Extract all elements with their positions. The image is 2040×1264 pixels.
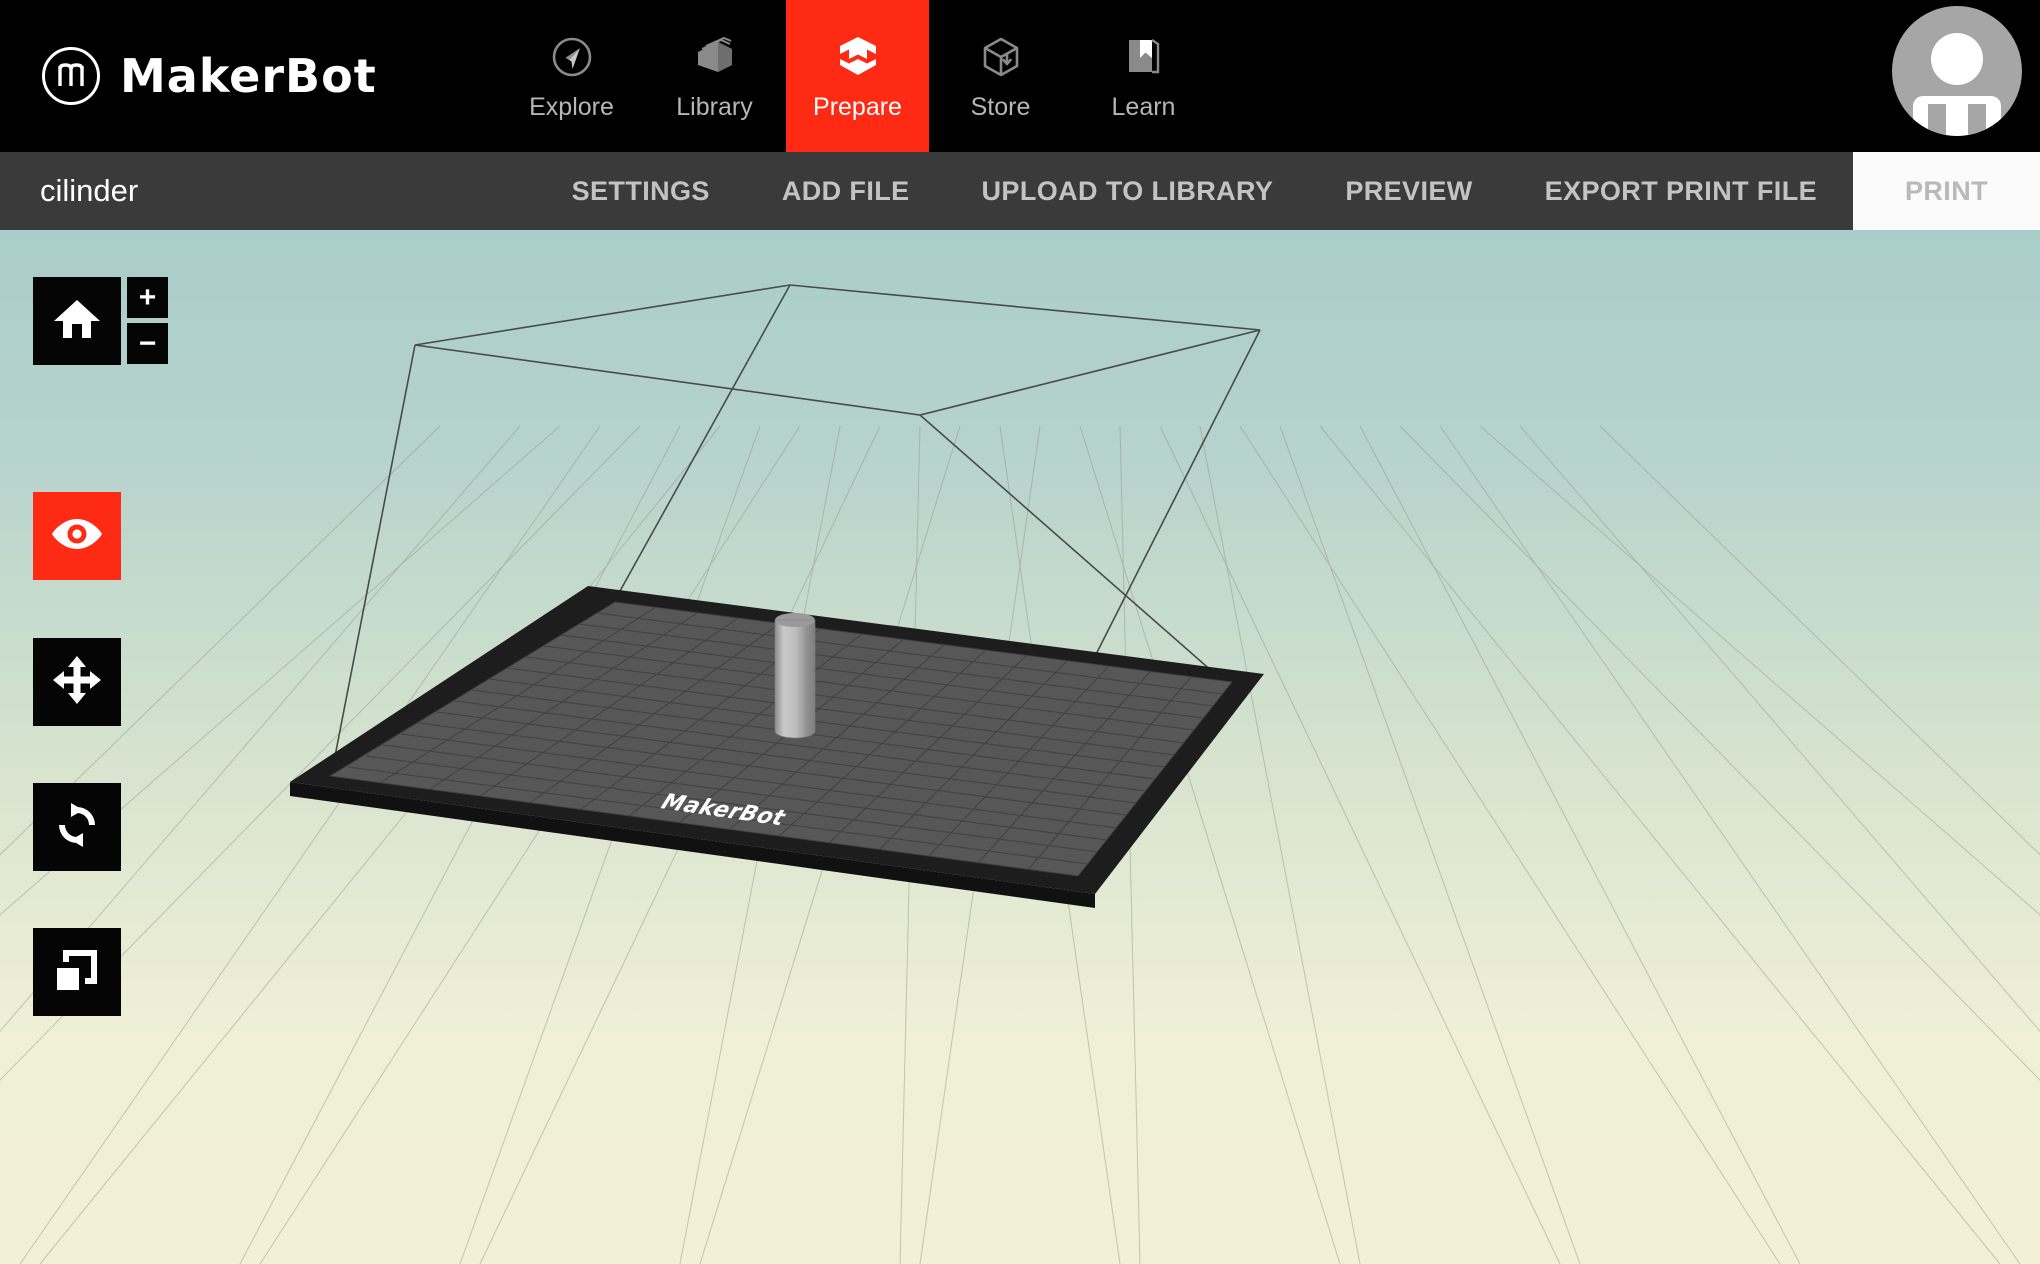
nav-item-label: Store — [970, 92, 1031, 121]
zoom-in-button[interactable]: + — [127, 277, 168, 318]
add-file-button[interactable]: ADD FILE — [746, 152, 946, 230]
home-view-button[interactable] — [33, 277, 121, 365]
scale-tool-button[interactable] — [33, 928, 121, 1016]
zoom-out-button[interactable]: − — [127, 323, 168, 364]
nav-item-label: Explore — [529, 92, 614, 121]
nav-item-learn[interactable]: Learn — [1072, 0, 1215, 152]
account-avatar-button[interactable] — [1892, 6, 2022, 136]
move-tool-button[interactable] — [33, 638, 121, 726]
avatar-person-icon — [1931, 33, 1983, 85]
avatar-notch-left — [1928, 104, 1946, 136]
box-download-icon — [975, 31, 1027, 83]
avatar-body-shape — [1913, 96, 2001, 136]
document-name[interactable]: cilinder — [0, 152, 138, 230]
avatar-notch-right — [1968, 104, 1986, 136]
settings-button[interactable]: SETTINGS — [536, 152, 746, 230]
brand-logo[interactable]: MakerBot — [0, 0, 500, 152]
3d-viewport[interactable]: MakerBot — [0, 230, 2040, 1264]
move-arrows-icon — [52, 655, 102, 710]
model-cylinder[interactable] — [774, 613, 816, 739]
upload-to-library-button[interactable]: UPLOAD TO LIBRARY — [946, 152, 1310, 230]
brand-name: MakerBot — [120, 49, 377, 103]
nav-item-label: Learn — [1111, 92, 1176, 121]
toolbar-actions: SETTINGS ADD FILE UPLOAD TO LIBRARY PREV… — [536, 152, 2040, 230]
viewport-scene: MakerBot — [0, 284, 2040, 1264]
nav-item-explore[interactable]: Explore — [500, 0, 643, 152]
top-navigation-bar: MakerBot Explore Library Prepare Store L… — [0, 0, 2040, 152]
nav-item-label: Prepare — [813, 92, 902, 121]
nav-item-label: Library — [676, 92, 753, 121]
eye-icon — [50, 516, 104, 557]
rotate-arrows-icon — [51, 799, 103, 856]
preview-button[interactable]: PREVIEW — [1309, 152, 1508, 230]
print-button[interactable]: PRINT — [1853, 152, 2040, 230]
nav-item-prepare[interactable]: Prepare — [786, 0, 929, 152]
rotate-tool-button[interactable] — [33, 783, 121, 871]
books-stack-icon — [689, 31, 741, 83]
nav-item-library[interactable]: Library — [643, 0, 786, 152]
document-toolbar: cilinder SETTINGS ADD FILE UPLOAD TO LIB… — [0, 152, 2040, 230]
primary-nav-items: Explore Library Prepare Store Learn — [500, 0, 1215, 152]
zoom-controls: + − — [127, 277, 168, 364]
prepare-cube-icon — [832, 31, 884, 83]
makerbot-logo-icon — [42, 47, 100, 105]
home-icon — [52, 295, 102, 348]
compass-icon — [546, 31, 598, 83]
nav-item-store[interactable]: Store — [929, 0, 1072, 152]
view-tool-button[interactable] — [33, 492, 121, 580]
book-open-icon — [1118, 31, 1170, 83]
scale-squares-icon — [51, 944, 103, 1001]
view-controls-cluster: + − — [33, 277, 168, 365]
avatar[interactable] — [1892, 6, 2022, 136]
makerbot-print-window: MakerBot Explore Library Prepare Store L… — [0, 0, 2040, 1264]
export-print-file-button[interactable]: EXPORT PRINT FILE — [1509, 152, 1853, 230]
